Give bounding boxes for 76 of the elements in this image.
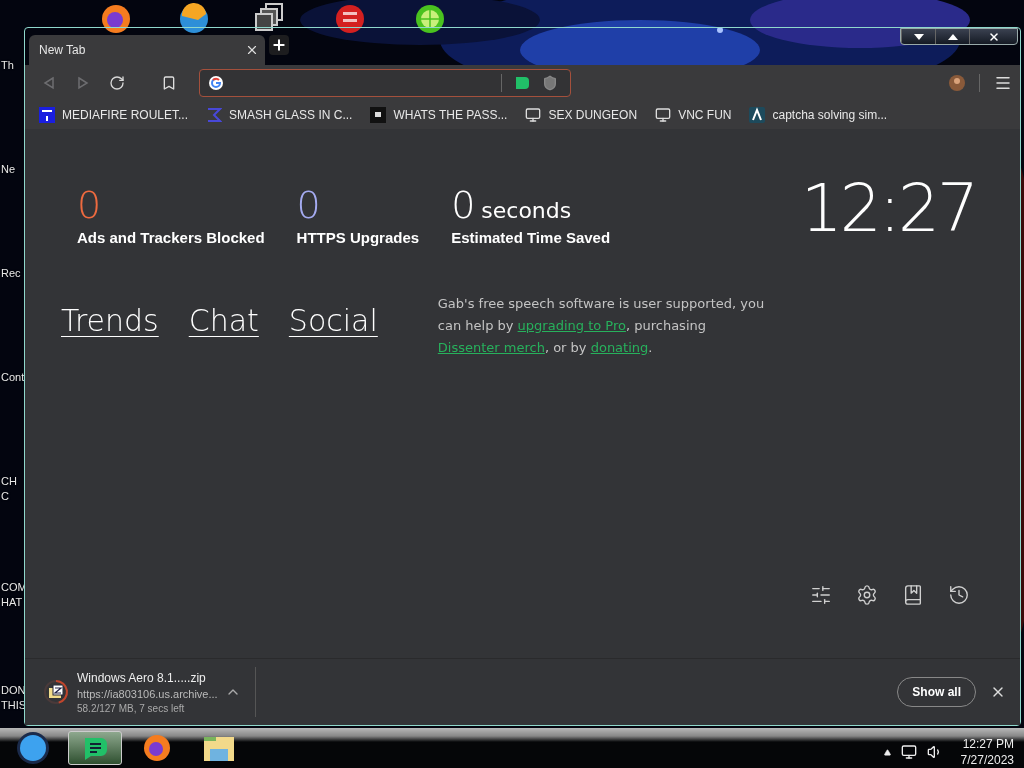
bookmark-icon[interactable]	[161, 75, 177, 91]
bookmark-link[interactable]: WHATS THE PASS...	[370, 107, 508, 123]
close-icon	[987, 30, 1000, 43]
settings-button[interactable]	[856, 584, 878, 606]
tray-arrow-icon[interactable]	[883, 748, 891, 756]
download-url: https://ia803106.us.archive...	[77, 687, 217, 700]
desktop-icon-label: Cont	[1, 370, 25, 385]
bookmark-link[interactable]: SMASH GLASS IN C...	[206, 107, 353, 123]
menu-icon[interactable]	[994, 74, 1012, 92]
desktop-icon-label: DON	[1, 683, 25, 698]
globe-app-icon[interactable]	[178, 2, 210, 34]
mf-square-icon	[39, 107, 55, 123]
bookmark-link[interactable]: SEX DUNGEON	[525, 107, 638, 123]
clock: 12:27	[800, 169, 976, 249]
desktop-icon-label: Rec	[1, 266, 22, 281]
caret-down-icon	[913, 33, 924, 40]
avatar-icon[interactable]	[949, 75, 965, 91]
laptop-square-icon	[370, 107, 387, 123]
download-filename: Windows Aero 8.1.....zip	[77, 670, 207, 685]
bookmark-link[interactable]: MEDIAFIRE ROULET...	[39, 107, 189, 123]
desktop-icon-label: Ne	[1, 162, 17, 177]
download-status: 58.2/127 MB, 7 secs left	[77, 702, 186, 714]
support-text: Gab's free speech software is user supported, you can help by upgrading to Pro, purchasing Dissenter merch, or by donating.	[437, 295, 766, 357]
nav-link[interactable]: Trends	[61, 303, 159, 359]
tab-title: New Tab	[39, 43, 86, 57]
stat-label: Estimated Time Saved	[451, 229, 611, 246]
reload-button[interactable]	[107, 73, 127, 93]
chat-bubble-icon[interactable]	[514, 75, 530, 91]
support-link[interactable]: donating	[590, 340, 649, 355]
start-orb-icon	[16, 731, 50, 765]
stat-unit: seconds	[481, 198, 572, 223]
download-progress-ring	[43, 679, 69, 705]
g-logo-icon	[208, 75, 224, 91]
caret-up-icon	[947, 33, 958, 40]
shield-icon[interactable]	[542, 75, 558, 91]
browser-tab[interactable]: New Tab	[29, 35, 265, 65]
stat-value: 0	[77, 185, 102, 225]
bookmark-link[interactable]: captcha solving sim...	[749, 107, 888, 123]
reload-icon	[109, 75, 125, 91]
new-tab-button[interactable]	[269, 35, 289, 55]
support-link[interactable]: upgrading to Pro	[517, 318, 626, 333]
back-icon	[42, 76, 56, 90]
history-button[interactable]	[948, 584, 970, 606]
stat-label: Ads and Trackers Blocked	[77, 229, 265, 246]
desktop-icon-label: THIS	[1, 698, 25, 713]
tray-time: 12:27 PM	[962, 736, 1014, 752]
close-icon[interactable]	[245, 43, 259, 57]
tray-date: 7/27/2023	[960, 752, 1014, 768]
desktop-icon-label: CH	[1, 474, 18, 489]
desktop-icon-label: Th	[1, 58, 15, 73]
computer-icon	[525, 107, 542, 123]
fox-app-icon	[142, 733, 172, 763]
support-link[interactable]: Dissenter merch	[437, 340, 545, 355]
nav-link[interactable]: Social	[288, 303, 378, 359]
bookmarks-button[interactable]	[902, 584, 924, 606]
nav-link[interactable]: Chat	[188, 303, 259, 359]
taskbar-button[interactable]	[68, 731, 122, 765]
address-field[interactable]	[199, 69, 571, 97]
desktop-icon-label: HAT	[1, 595, 24, 610]
bookmark-link[interactable]: VNC FUN	[655, 107, 732, 123]
stat-label: HTTPS Upgrades	[296, 229, 420, 246]
fox-app-icon[interactable]	[100, 2, 132, 34]
stat-value: 0	[451, 185, 476, 225]
network-icon[interactable]	[900, 744, 917, 760]
desktop-icon-label: COM	[1, 580, 25, 595]
sigma-icon	[206, 107, 223, 123]
desktop-icon-label: C	[1, 489, 10, 504]
stacked-windows-icon[interactable]	[254, 2, 286, 34]
zip-file-icon	[49, 685, 63, 699]
stat-value: 0	[296, 185, 321, 225]
computer-icon	[655, 107, 672, 123]
lambda-icon	[749, 107, 766, 123]
dev-app-icon[interactable]	[334, 2, 366, 34]
forward-icon	[76, 76, 90, 90]
customize-button[interactable]	[810, 584, 832, 606]
citrus-slice-icon[interactable]	[414, 2, 446, 34]
